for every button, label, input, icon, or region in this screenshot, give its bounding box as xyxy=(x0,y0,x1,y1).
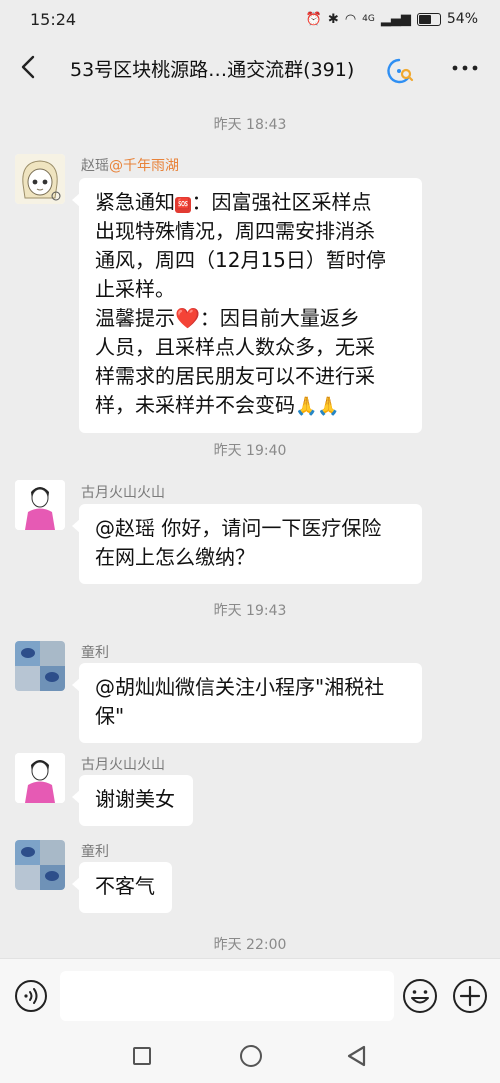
message-bubble[interactable]: 谢谢美女 xyxy=(72,775,193,826)
avatar[interactable] xyxy=(15,753,65,803)
person-sketch-avatar-icon xyxy=(15,753,65,803)
message-list[interactable]: 昨天 18:43 赵瑶@千年雨湖 紧急通知 🆘 ：因富强社区采样点 出现特殊情况，周… xyxy=(0,98,500,958)
avatar[interactable] xyxy=(15,840,65,890)
message-line: 样需求的居民朋友可以不进行采 xyxy=(95,364,375,388)
voice-icon[interactable] xyxy=(14,979,48,1013)
group-chat-icon[interactable] xyxy=(384,56,414,86)
avatar[interactable] xyxy=(15,480,65,530)
message-line: 通风，周四（12月15日）暂时停 xyxy=(95,248,386,272)
back-arrow-icon[interactable] xyxy=(14,52,44,82)
emoji-icon[interactable] xyxy=(402,978,438,1014)
message-line: 人员，且采样点人数众多，无采 xyxy=(95,335,375,359)
photo-avatar-icon xyxy=(15,641,65,691)
pray-emoji-icon: 🙏🙏 xyxy=(295,396,340,417)
sender-name: 童利 xyxy=(81,645,109,661)
sender-name: 赵瑶@千年雨湖 xyxy=(81,158,179,174)
avatar[interactable] xyxy=(15,641,65,691)
heart-emoji-icon: ❤️ xyxy=(175,306,200,330)
timestamp: 昨天 18:43 xyxy=(213,117,287,133)
girl-cartoon-avatar-icon xyxy=(15,154,65,204)
chat-header: 53号区块桃源路…通交流群(391) xyxy=(0,38,500,98)
plus-icon[interactable] xyxy=(452,978,488,1014)
message-input[interactable] xyxy=(60,971,394,1021)
message-line: 样，未采样并不会变码🙏🙏 xyxy=(95,393,340,417)
home-icon[interactable] xyxy=(240,1045,262,1067)
network-type: 4G xyxy=(362,13,375,24)
wifi-icon: ◠ xyxy=(344,11,357,27)
battery-percent: 54% xyxy=(446,11,478,27)
message-line: 在网上怎么缴纳？ xyxy=(95,545,255,569)
message-line: 谢谢美女 xyxy=(95,787,175,811)
message-line: 止采样。 xyxy=(95,277,175,301)
system-nav-bar xyxy=(0,1030,500,1083)
battery-icon xyxy=(416,12,441,26)
message-bubble[interactable]: 不客气 xyxy=(72,862,172,913)
sos-emoji-icon: 🆘 xyxy=(175,197,192,213)
message-line: @胡灿灿微信关注小程序"湘税社 xyxy=(95,675,385,699)
timestamp: 昨天 19:40 xyxy=(213,443,287,459)
bluetooth-icon: ✱ xyxy=(327,11,339,27)
message-line: 保" xyxy=(95,704,125,728)
sender-name: 古月火山火山 xyxy=(81,485,165,501)
photo-avatar-icon xyxy=(15,840,65,890)
message-line: 出现特殊情况，周四需安排消杀 xyxy=(95,219,375,243)
person-sketch-avatar-icon xyxy=(15,480,65,530)
timestamp: 昨天 22:00 xyxy=(213,937,287,953)
sender-name: 童利 xyxy=(81,844,109,860)
message-line: @赵瑶 你好，请问一下医疗保险 xyxy=(95,516,382,540)
chat-title[interactable]: 53号区块桃源路…通交流群(391) xyxy=(70,55,354,82)
message-bubble[interactable]: @赵瑶 你好，请问一下医疗保险 在网上怎么缴纳？ xyxy=(72,504,422,584)
avatar[interactable] xyxy=(15,154,65,204)
alarm-icon: ⏰ xyxy=(305,11,322,27)
message-line: 不客气 xyxy=(95,874,155,898)
status-bar: 15:24 ⏰ ✱ ◠ 4G ▂▄▆ 54% xyxy=(0,0,500,38)
timestamp: 昨天 19:43 xyxy=(213,603,287,619)
message-line: 温馨提示❤️：因目前大量返乡 xyxy=(95,306,360,330)
message-bubble[interactable]: 紧急通知 🆘 ：因富强社区采样点 出现特殊情况，周四需安排消杀 通风，周四（12月1… xyxy=(72,178,422,433)
signal-icon: ▂▄▆ xyxy=(380,11,411,27)
more-icon[interactable] xyxy=(450,53,480,83)
back-icon[interactable] xyxy=(346,1045,368,1067)
message-line: 紧急通知 🆘 ：因富强社区采样点 xyxy=(95,190,372,214)
message-bubble[interactable]: @胡灿灿微信关注小程序"湘税社 保" xyxy=(72,663,422,743)
input-bar xyxy=(0,958,500,1031)
recent-apps-icon[interactable] xyxy=(133,1047,151,1065)
sender-name: 古月火山火山 xyxy=(81,757,165,773)
status-time: 15:24 xyxy=(30,9,77,29)
